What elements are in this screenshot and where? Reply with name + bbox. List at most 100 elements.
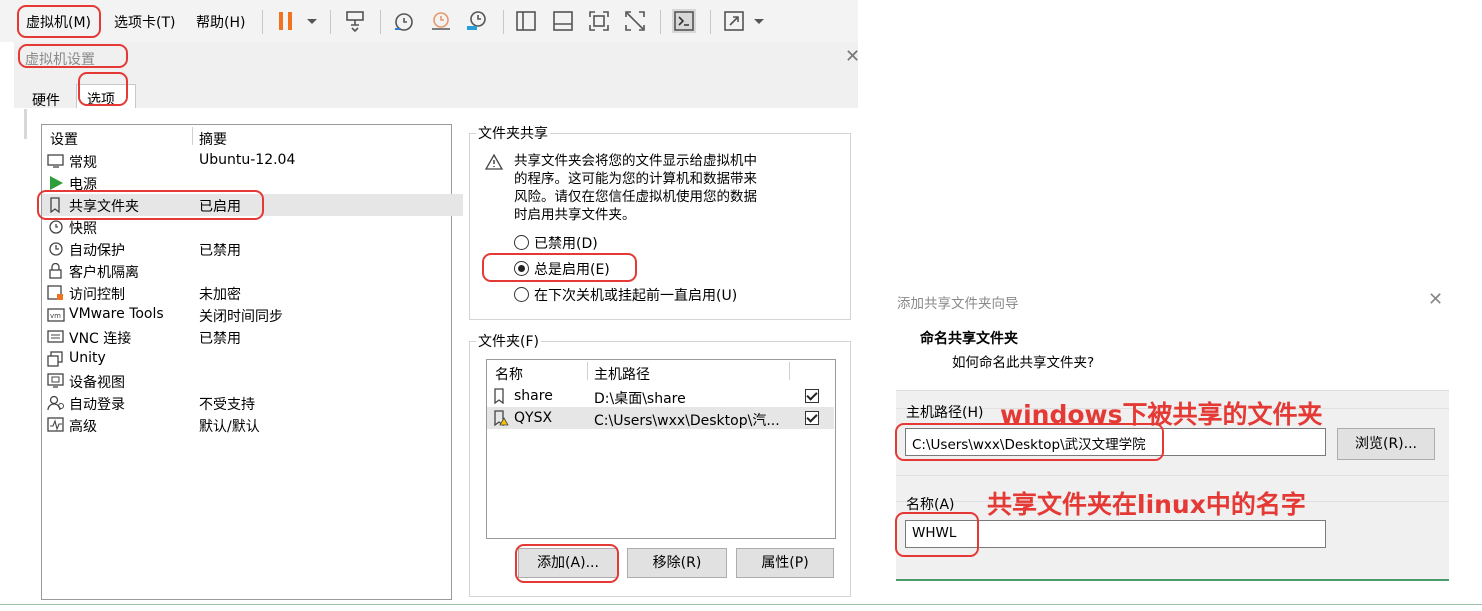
dialog-title-bar: 虚拟机设置 ✕	[14, 42, 860, 74]
wizard-subheading: 如何命名此共享文件夹?	[952, 355, 1095, 371]
snapshot-manager-icon[interactable]	[465, 9, 489, 33]
general-icon	[47, 153, 65, 169]
item-summary: 关闭时间同步	[199, 309, 283, 325]
toolbar-divider	[262, 10, 263, 34]
warning-line: 共享文件夹会将您的文件显示给虚拟机中	[514, 153, 757, 169]
item-summary: 已禁用	[199, 331, 241, 347]
list-item[interactable]: Unity	[42, 348, 463, 370]
svg-text:vm: vm	[50, 312, 61, 320]
folder-host-path: D:\桌面\share	[594, 391, 686, 407]
close-icon[interactable]: ✕	[845, 46, 860, 67]
radio-until-poweroff[interactable]	[514, 287, 529, 302]
autologin-icon	[47, 395, 65, 411]
col-header-host-path: 主机路径	[594, 367, 650, 383]
folder-properties-button[interactable]: 属性(P)	[736, 548, 834, 578]
menu-vm[interactable]: 虚拟机(M)	[26, 12, 91, 32]
single-window-icon[interactable]	[514, 9, 538, 33]
list-item[interactable]: vm VMware Tools 关闭时间同步	[42, 304, 463, 326]
list-item[interactable]: 设备视图	[42, 370, 463, 392]
tab-hardware[interactable]: 硬件	[26, 90, 76, 110]
unity-off-icon[interactable]	[623, 9, 647, 33]
radio-always-enabled-label: 总是启用(E)	[534, 262, 610, 278]
dropdown-arrow-icon[interactable]	[300, 9, 324, 33]
snapshot-revert-icon[interactable]	[429, 9, 453, 33]
item-name: 客户机隔离	[69, 265, 139, 281]
toolbar-divider	[710, 10, 711, 34]
item-name: 自动保护	[69, 243, 125, 259]
list-item[interactable]: 快照	[42, 216, 463, 238]
item-name: 设备视图	[69, 375, 125, 391]
radio-disabled[interactable]	[514, 235, 529, 250]
radio-disabled-label: 已禁用(D)	[534, 236, 598, 252]
list-item[interactable]: 电源	[42, 172, 463, 194]
item-name: VMware Tools	[69, 306, 164, 322]
stretch-icon[interactable]	[722, 9, 746, 33]
item-name: 快照	[69, 221, 97, 237]
folder-sharing-label: 文件夹共享	[476, 123, 550, 143]
fullscreen-icon[interactable]	[587, 9, 611, 33]
item-summary: 不受支持	[199, 397, 255, 413]
menu-tabs[interactable]: 选项卡(T)	[114, 12, 175, 32]
item-name: 自动登录	[69, 397, 125, 413]
list-item[interactable]: 自动登录 不受支持	[42, 392, 463, 414]
list-item[interactable]: VNC 连接 已禁用	[42, 326, 463, 348]
warning-line: 时启用共享文件夹。	[514, 207, 636, 223]
folder-host-path: C:\Users\wxx\Desktop\汽...	[594, 413, 780, 429]
list-item[interactable]: 客户机隔离	[42, 260, 463, 282]
list-item[interactable]: 高级 默认/默认	[42, 414, 463, 436]
table-row[interactable]: QYSX C:\Users\wxx\Desktop\汽...	[487, 407, 834, 429]
power-icon	[47, 175, 65, 191]
close-icon[interactable]: ✕	[1428, 289, 1443, 310]
item-name: 电源	[69, 177, 97, 193]
thumbnail-bar-icon[interactable]	[551, 9, 575, 33]
panel-edge	[24, 109, 27, 139]
folder-enabled-checkbox[interactable]	[805, 411, 819, 425]
list-item[interactable]: 共享文件夹 已启用	[42, 194, 463, 216]
bottom-border	[0, 604, 1482, 605]
shared-folder-icon	[47, 197, 65, 213]
list-item[interactable]: 自动保护 已禁用	[42, 238, 463, 260]
folder-sharing-group: 文件夹共享 共享文件夹会将您的文件显示给虚拟机中 的程序。这可能为您的计算机和数…	[469, 123, 851, 320]
remove-folder-button[interactable]: 移除(R)	[627, 548, 727, 578]
col-header-setting: 设置	[50, 132, 78, 148]
host-path-input[interactable]: C:\Users\wxx\Desktop\武汉文理学院	[905, 428, 1326, 456]
advanced-icon	[47, 417, 65, 433]
warning-line: 风险。请仅在您信任虚拟机使用您的数据	[514, 189, 757, 205]
item-name: 共享文件夹	[69, 199, 139, 215]
list-item[interactable]: 访问控制 未加密	[42, 282, 463, 304]
shared-folder-icon	[493, 388, 507, 405]
menu-help[interactable]: 帮助(H)	[196, 12, 245, 32]
browse-button[interactable]: 浏览(R)...	[1337, 428, 1435, 460]
add-folder-button[interactable]: 添加(A)...	[518, 548, 618, 578]
tab-options[interactable]: 选项	[76, 84, 136, 111]
share-name-label: 名称(A)	[906, 497, 955, 513]
snapshot-take-icon[interactable]	[392, 9, 416, 33]
item-name: 高级	[69, 419, 97, 435]
share-name-input[interactable]: WHWL	[905, 520, 1326, 548]
item-summary: 已禁用	[199, 243, 241, 259]
isolation-icon	[47, 263, 65, 279]
radio-always-enabled[interactable]	[514, 261, 529, 276]
settings-list: 设置 摘要 常规 Ubuntu-12.04 电源 共享文件夹 已启用 快照 自动…	[41, 124, 463, 600]
folders-group: 文件夹(F) 名称 主机路径 share D:\桌面\share QYSX C:…	[469, 331, 851, 597]
add-shared-folder-wizard: 添加共享文件夹向导 ✕ 命名共享文件夹 如何命名此共享文件夹? 主机路径(H) …	[858, 270, 1482, 611]
shared-folder-warning-icon	[493, 410, 509, 427]
toolbar-divider	[503, 10, 504, 34]
host-path-label: 主机路径(H)	[906, 405, 984, 421]
list-item[interactable]: 常规 Ubuntu-12.04	[42, 150, 463, 172]
item-name: 常规	[69, 155, 97, 171]
item-summary: 已启用	[199, 199, 241, 215]
menu-bar: 虚拟机(M) 选项卡(T) 帮助(H)	[0, 0, 858, 42]
dialog-title: 虚拟机设置	[25, 52, 95, 68]
network-send-icon[interactable]	[343, 9, 367, 33]
dropdown-arrow-icon[interactable]	[747, 9, 771, 33]
autoprotect-icon	[47, 241, 65, 257]
table-row[interactable]: share D:\桌面\share	[487, 385, 834, 407]
folder-enabled-checkbox[interactable]	[805, 389, 819, 403]
console-icon[interactable]	[672, 9, 696, 33]
snapshot-icon	[47, 219, 65, 235]
vnc-icon	[47, 329, 65, 345]
annotation-share-name: 共享文件夹在linux中的名字	[987, 490, 1306, 519]
col-header-name: 名称	[495, 367, 523, 383]
pause-icon[interactable]	[274, 9, 298, 33]
